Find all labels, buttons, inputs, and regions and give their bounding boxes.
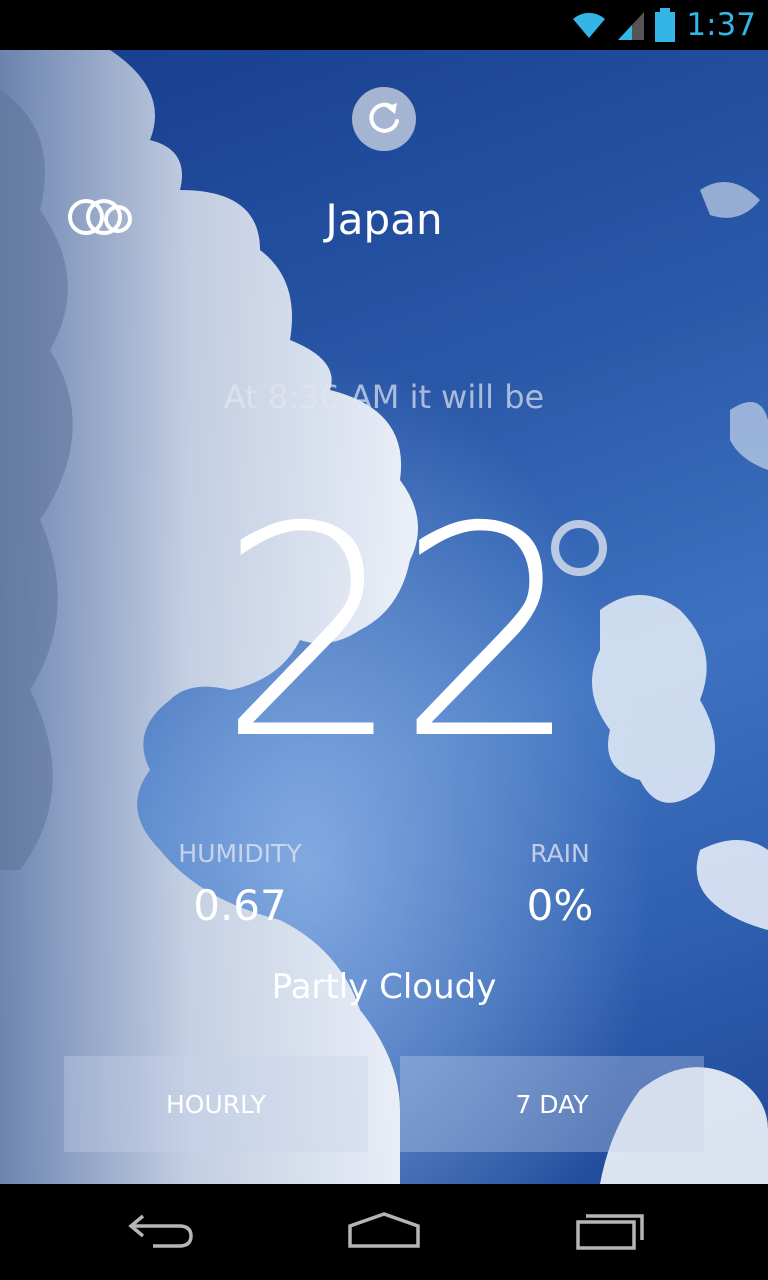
degree-icon bbox=[551, 520, 607, 576]
rain-label: RAIN bbox=[530, 839, 590, 868]
hourly-button[interactable]: HOURLY bbox=[64, 1056, 368, 1152]
recents-icon bbox=[574, 1210, 646, 1254]
status-bar: 1:37 bbox=[0, 0, 768, 50]
temperature-value: 22 bbox=[218, 466, 581, 803]
refresh-icon bbox=[364, 97, 404, 141]
condition-text: Partly Cloudy bbox=[271, 967, 497, 1007]
weather-screen: Japan At 8:36 AM it will be 22 HUMIDITY … bbox=[0, 50, 768, 1184]
wifi-icon bbox=[572, 11, 606, 39]
home-button[interactable] bbox=[334, 1208, 434, 1256]
navigation-bar bbox=[0, 1184, 768, 1280]
recents-button[interactable] bbox=[560, 1208, 660, 1256]
signal-icon bbox=[616, 10, 645, 40]
back-button[interactable] bbox=[110, 1208, 210, 1256]
forecast-time-text: At 8:36 AM it will be bbox=[223, 378, 545, 416]
humidity-value: 0.67 bbox=[193, 881, 287, 930]
battery-icon bbox=[654, 8, 676, 42]
refresh-button[interactable] bbox=[352, 87, 416, 151]
back-icon bbox=[125, 1210, 195, 1254]
humidity-label: HUMIDITY bbox=[178, 839, 302, 868]
rain-value: 0% bbox=[526, 881, 594, 930]
home-icon bbox=[346, 1210, 422, 1254]
location-title[interactable]: Japan bbox=[0, 190, 768, 250]
status-time: 1:37 bbox=[686, 7, 756, 43]
status-icons: 1:37 bbox=[572, 6, 756, 44]
seven-day-button[interactable]: 7 DAY bbox=[400, 1056, 704, 1152]
